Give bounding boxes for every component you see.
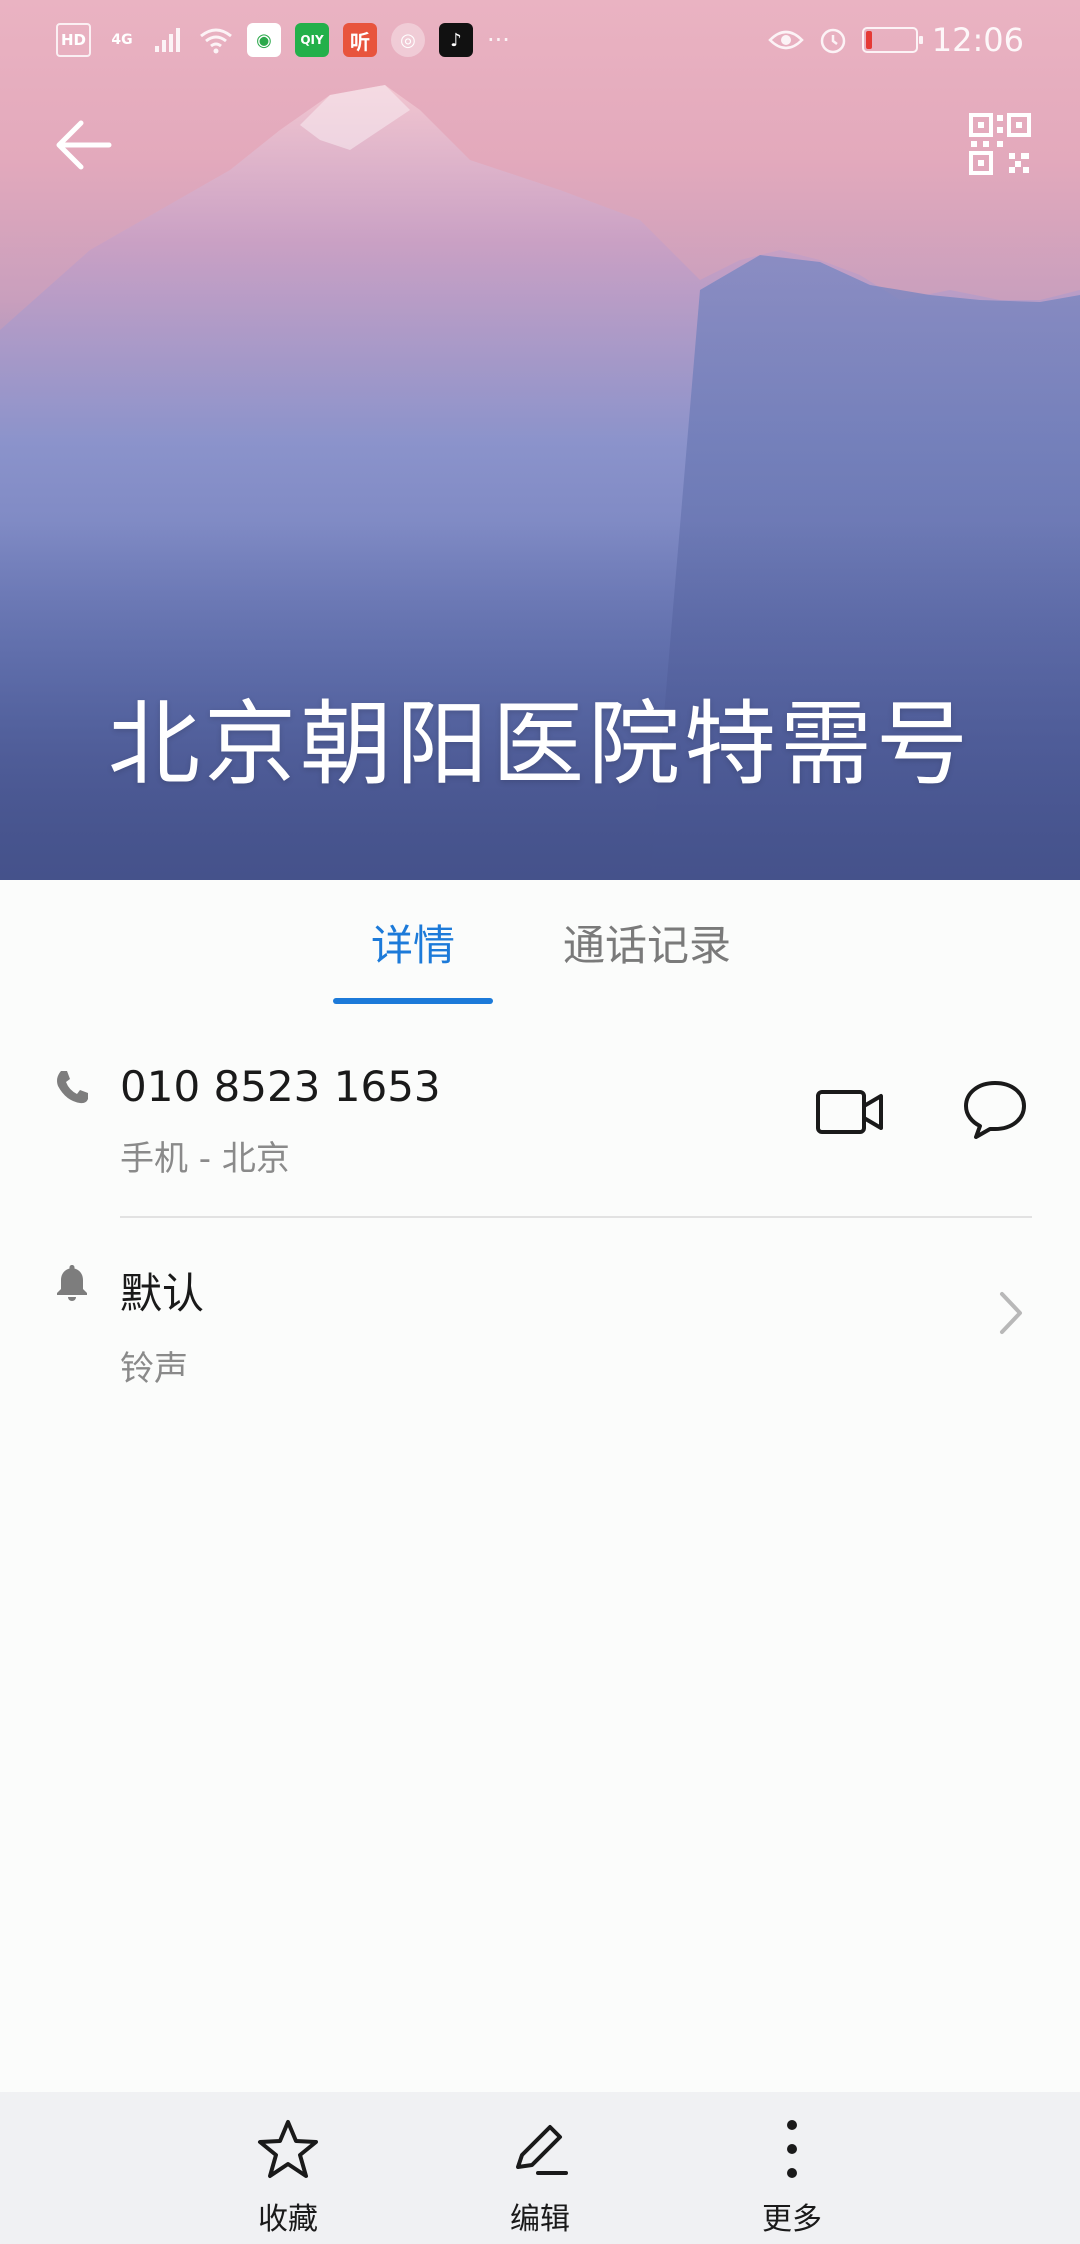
battery-icon (861, 27, 923, 53)
ringtone-text-group: 默认 铃声 (120, 1260, 204, 1390)
more-vertical-icon (757, 2114, 827, 2184)
ting-app-icon: 听 (343, 23, 378, 57)
ringtone-label: 铃声 (120, 1349, 188, 1389)
signal-icon (155, 28, 181, 52)
tab-details[interactable]: 详情 (333, 880, 493, 1004)
contact-header: HD 4G ◉ QIY 听 ◎ ♪ ··· 12:06 北京朝阳医院特需号 (0, 0, 1080, 880)
more-notifications-indicator: ··· (487, 26, 510, 54)
chevron-right-icon (1000, 1292, 1022, 1334)
phone-number-text-group: 010 8523 1653 手机 - 北京 (120, 1062, 441, 1180)
ringtone-value: 默认 (120, 1269, 205, 1318)
more-button[interactable]: 更多 (726, 2114, 858, 2244)
tab-call-log[interactable]: 通话记录 (547, 880, 747, 1004)
weibo-app-icon: ◎ (391, 23, 426, 57)
star-icon (253, 2114, 323, 2184)
iqiyi-app-icon: QIY (295, 23, 330, 57)
bottom-action-bar: 收藏 编辑 更多 (0, 2092, 1080, 2244)
row-divider (120, 1216, 1032, 1218)
edit-label: 编辑 (510, 2202, 570, 2237)
qr-code-button[interactable] (968, 112, 1032, 176)
edit-button[interactable]: 编辑 (474, 2114, 606, 2244)
video-call-button[interactable] (810, 1072, 890, 1152)
message-button[interactable] (955, 1070, 1035, 1150)
browser-app-icon: ◉ (247, 23, 282, 57)
status-right: 12:06 (768, 21, 1024, 59)
contact-name: 北京朝阳医院特需号 (107, 691, 972, 798)
bell-icon (57, 1265, 87, 1301)
message-icon (964, 1081, 1026, 1139)
status-left: HD 4G ◉ QIY 听 ◎ ♪ ··· (56, 23, 510, 57)
status-bar: HD 4G ◉ QIY 听 ◎ ♪ ··· 12:06 (0, 0, 1080, 80)
network-type: 4G (111, 32, 133, 48)
favorite-label: 收藏 (258, 2202, 318, 2237)
eye-icon (768, 30, 804, 50)
favorite-button[interactable]: 收藏 (222, 2114, 354, 2244)
clock: 12:06 (931, 21, 1024, 59)
phone-type-location: 手机 - 北京 (120, 1139, 290, 1179)
qr-code-icon (969, 113, 1031, 175)
alarm-icon (820, 28, 846, 54)
video-call-icon (816, 1090, 883, 1134)
battery-level (865, 31, 872, 49)
arrow-left-icon (56, 120, 112, 170)
phone-icon (57, 1071, 88, 1104)
back-button[interactable] (50, 112, 116, 178)
ringtone-row[interactable]: 默认 铃声 (0, 1226, 1080, 1396)
wifi-icon (200, 28, 232, 54)
edit-icon (505, 2114, 575, 2184)
more-label: 更多 (762, 2202, 822, 2237)
tiktok-app-icon: ♪ (439, 23, 474, 57)
phone-number-row[interactable]: 010 8523 1653 手机 - 北京 (0, 1040, 1080, 1220)
hd-indicator: HD (56, 23, 92, 57)
phone-number: 010 8523 1653 (120, 1062, 441, 1111)
tab-bar: 详情 通话记录 (0, 880, 1080, 1004)
